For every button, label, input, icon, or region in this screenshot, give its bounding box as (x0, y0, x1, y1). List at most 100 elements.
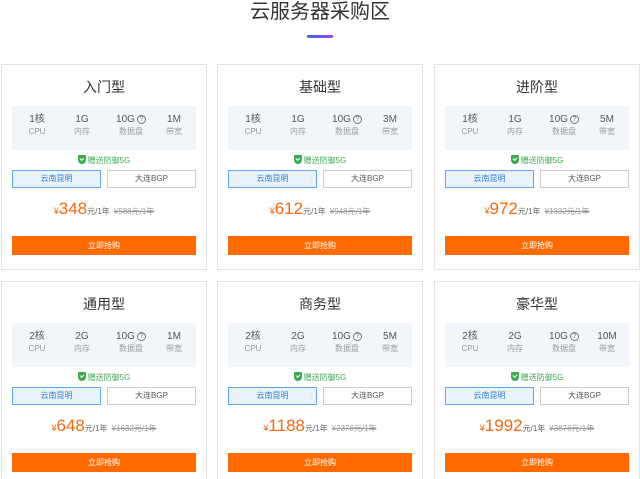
spec-box: 2核 CPU 2G 内存 10G? 数据盘 1M 带宽 (12, 323, 196, 367)
spec-box: 2核 CPU 2G 内存 10G? 数据盘 10M 带宽 (445, 323, 629, 367)
shield-check-icon (77, 155, 86, 164)
disk-value: 10G (116, 331, 135, 342)
cpu-value: 2核 (245, 331, 261, 342)
plan-card: 入门型 1核 CPU 1G 内存 10G? 数据盘 1M 带宽 赠送防御5G 云… (1, 64, 207, 270)
cpu-label: CPU (28, 344, 46, 353)
disk-label: 数据盘 (335, 127, 359, 136)
region-kunming-button[interactable]: 云南昆明 (445, 387, 534, 405)
price-row: ¥648元/1年 ¥1632元/1年 (2, 416, 206, 436)
shield-check-icon (77, 372, 86, 381)
original-price: ¥1632元/1年 (111, 424, 157, 433)
price-value: 348 (58, 199, 88, 218)
plan-name: 进阶型 (516, 80, 558, 96)
price-value: 648 (56, 416, 85, 435)
disk-label: 数据盘 (335, 344, 359, 353)
bandwidth-value: 3M (383, 114, 397, 125)
buy-now-button[interactable]: 立即抢购 (445, 453, 629, 472)
bandwidth-label: 带宽 (382, 127, 398, 136)
spec-box: 2核 CPU 2G 内存 10G? 数据盘 5M 带宽 (228, 323, 412, 367)
help-icon[interactable]: ? (569, 332, 579, 341)
region-dalian-button[interactable]: 大连BGP (323, 170, 412, 188)
region-kunming-button[interactable]: 云南昆明 (228, 170, 317, 188)
price-row: ¥612元/1年 ¥948元/1年 (218, 199, 422, 219)
spec-memory: 1G 内存 (493, 114, 537, 137)
region-dalian-button[interactable]: 大连BGP (540, 387, 629, 405)
price-unit: 元/1年 (522, 424, 546, 433)
price-value: 612 (274, 199, 304, 218)
original-price: ¥3876元/1年 (549, 424, 595, 433)
plan-card: 豪华型 2核 CPU 2G 内存 10G? 数据盘 10M 带宽 赠送防御5G … (434, 281, 640, 479)
price-row: ¥348元/1年 ¥588元/1年 (2, 199, 206, 219)
gift-text: 赠送防御5G (303, 156, 347, 165)
memory-value: 2G (75, 331, 89, 342)
spec-memory: 2G 内存 (60, 331, 104, 354)
help-icon[interactable]: ? (352, 332, 362, 341)
spec-disk: 10G? 数据盘 (539, 331, 589, 354)
price-unit: 元/1年 (304, 424, 328, 433)
title-underline (307, 35, 333, 38)
buy-now-button[interactable]: 立即抢购 (12, 236, 196, 255)
bandwidth-value: 1M (167, 114, 181, 125)
cpu-label: CPU (28, 127, 46, 136)
spec-cpu: 1核 CPU (448, 114, 492, 137)
buy-now-button[interactable]: 立即抢购 (228, 453, 412, 472)
region-dalian-button[interactable]: 大连BGP (107, 170, 196, 188)
memory-value: 1G (75, 114, 89, 125)
disk-value: 10G (332, 114, 351, 125)
gift-text: 赠送防御5G (520, 373, 564, 382)
region-kunming-button[interactable]: 云南昆明 (445, 170, 534, 188)
spec-bandwidth: 1M 带宽 (152, 331, 196, 354)
disk-value: 10G (549, 331, 568, 342)
price-row: ¥972元/1年 ¥1332元/1年 (435, 199, 639, 219)
spec-disk: 10G? 数据盘 (106, 114, 156, 137)
buy-now-button[interactable]: 立即抢购 (445, 236, 629, 255)
region-kunming-button[interactable]: 云南昆明 (228, 387, 317, 405)
bandwidth-label: 带宽 (599, 127, 615, 136)
plan-name: 豪华型 (516, 297, 558, 313)
memory-label: 内存 (507, 344, 523, 353)
spec-memory: 2G 内存 (493, 331, 537, 354)
memory-value: 2G (508, 331, 522, 342)
help-icon[interactable]: ? (136, 115, 146, 124)
memory-label: 内存 (507, 127, 523, 136)
plan-name: 基础型 (299, 80, 341, 96)
disk-label: 数据盘 (552, 127, 576, 136)
shield-check-icon (293, 372, 302, 381)
region-dalian-button[interactable]: 大连BGP (323, 387, 412, 405)
spec-bandwidth: 1M 带宽 (152, 114, 196, 137)
price-row: ¥1992元/1年 ¥3876元/1年 (435, 416, 639, 436)
disk-value: 10G (549, 114, 568, 125)
price-value: 1188 (268, 416, 305, 435)
spec-cpu: 2核 CPU (15, 331, 59, 354)
memory-label: 内存 (74, 127, 90, 136)
region-dalian-button[interactable]: 大连BGP (540, 170, 629, 188)
buy-now-button[interactable]: 立即抢购 (228, 236, 412, 255)
cpu-value: 1核 (29, 114, 45, 125)
spec-disk: 10G? 数据盘 (539, 114, 589, 137)
region-dalian-button[interactable]: 大连BGP (107, 387, 196, 405)
region-kunming-button[interactable]: 云南昆明 (12, 170, 101, 188)
gift-text: 赠送防御5G (520, 156, 564, 165)
spec-cpu: 2核 CPU (448, 331, 492, 354)
disk-label: 数据盘 (552, 344, 576, 353)
memory-label: 内存 (74, 344, 90, 353)
help-icon[interactable]: ? (352, 115, 362, 124)
spec-box: 1核 CPU 1G 内存 10G? 数据盘 3M 带宽 (228, 106, 412, 150)
price-unit: 元/1年 (87, 207, 110, 216)
region-kunming-button[interactable]: 云南昆明 (12, 387, 101, 405)
buy-now-button[interactable]: 立即抢购 (12, 453, 196, 472)
disk-value: 10G (332, 331, 351, 342)
plan-name: 商务型 (299, 297, 341, 313)
gift-badge: 赠送防御5G (435, 372, 639, 383)
bandwidth-label: 带宽 (599, 344, 615, 353)
cpu-label: CPU (461, 344, 479, 353)
cpu-label: CPU (244, 344, 262, 353)
cpu-value: 2核 (462, 331, 478, 342)
help-icon[interactable]: ? (569, 115, 579, 124)
shield-check-icon (293, 155, 302, 164)
disk-value: 10G (116, 114, 135, 125)
gift-badge: 赠送防御5G (218, 155, 422, 166)
help-icon[interactable]: ? (136, 332, 146, 341)
cpu-value: 1核 (245, 114, 261, 125)
plan-card: 商务型 2核 CPU 2G 内存 10G? 数据盘 5M 带宽 赠送防御5G 云… (217, 281, 423, 479)
